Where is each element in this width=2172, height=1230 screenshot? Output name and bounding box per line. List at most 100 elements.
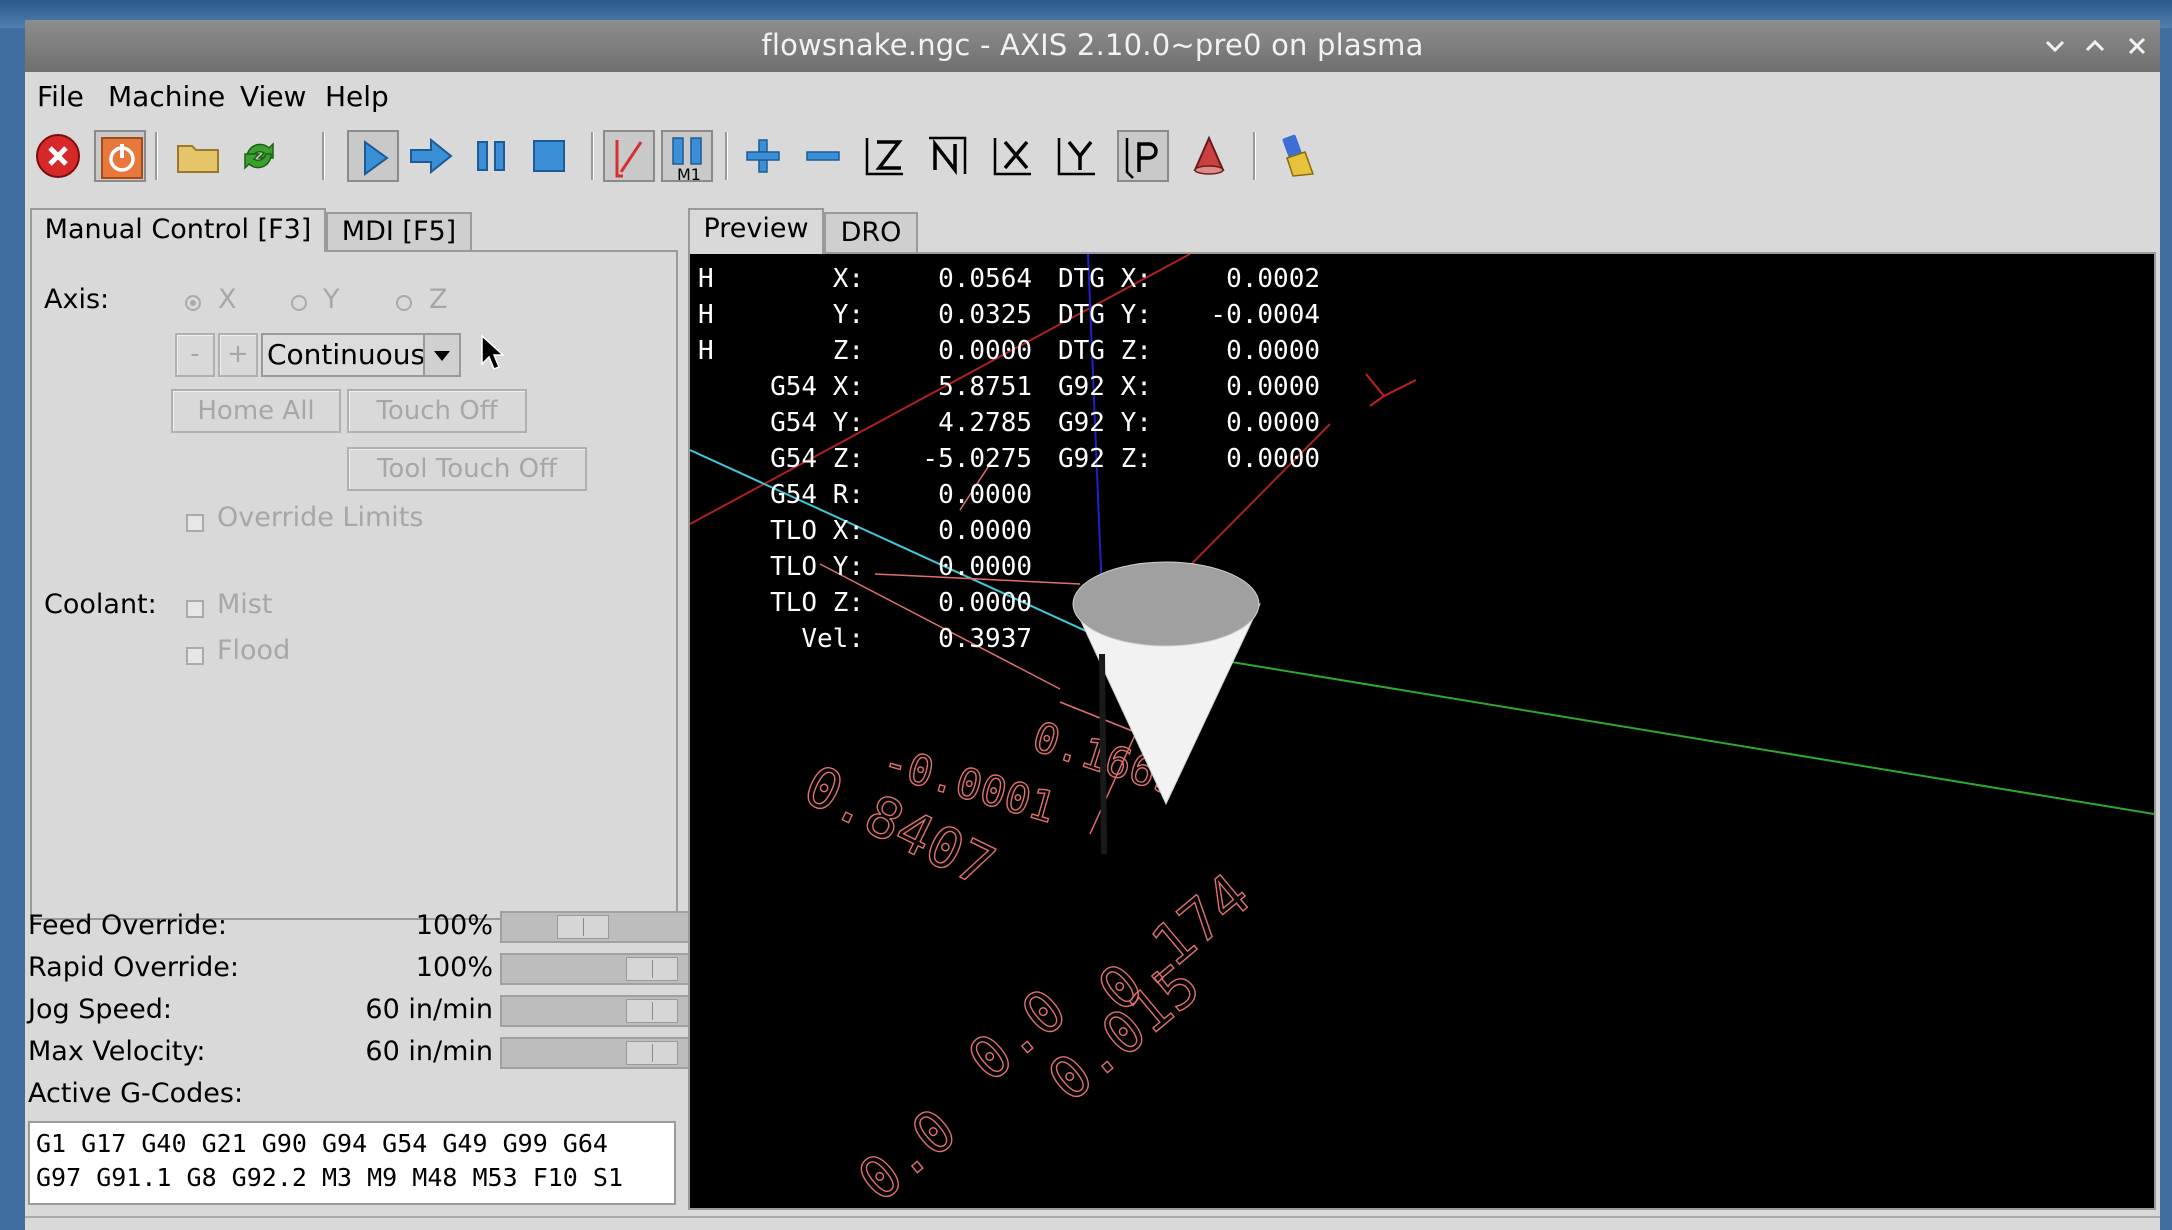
view-z-rotated-button[interactable] <box>921 130 973 182</box>
jog-speed-slider[interactable] <box>500 995 700 1027</box>
dro-dtg-label: DTG X: <box>1058 264 1152 294</box>
axis-x-radio[interactable] <box>185 295 201 311</box>
dro-value: 0.0325 <box>938 300 1032 330</box>
tab-mdi-label: MDI [F5] <box>341 216 457 247</box>
step-button[interactable] <box>405 130 457 182</box>
reload-button[interactable] <box>233 130 285 182</box>
zoom-out-button[interactable] <box>797 130 849 182</box>
axis-y-radio[interactable] <box>291 295 307 311</box>
menu-view[interactable]: View <box>240 80 306 113</box>
dro-dtg-label: G92 Z: <box>1058 444 1152 474</box>
block-delete-button[interactable] <box>603 130 655 182</box>
home-all-button[interactable]: Home All <box>171 389 341 433</box>
optional-stop-button[interactable]: M1 <box>661 130 713 184</box>
dro-dtg-value: 0.0000 <box>1226 444 1320 474</box>
feed-override-slider[interactable] <box>500 911 700 943</box>
mist-checkbox[interactable] <box>186 600 204 618</box>
estop-button[interactable] <box>32 130 84 182</box>
rapid-override-slider[interactable] <box>500 953 700 985</box>
active-gcodes-text[interactable]: G1 G17 G40 G21 G90 G94 G54 G49 G99 G64 G… <box>28 1121 676 1205</box>
slider-thumb[interactable] <box>626 999 678 1023</box>
toolbar-separator <box>725 132 728 180</box>
dro-value: 0.0000 <box>938 516 1032 546</box>
axis-z-label: Z <box>429 284 448 315</box>
menu-help[interactable]: Help <box>325 80 389 113</box>
dro-label: Z: <box>832 336 864 366</box>
menu-file-label: File <box>37 80 84 113</box>
toggle-tool-button[interactable] <box>1183 130 1235 182</box>
jog-minus-button[interactable]: - <box>175 333 215 377</box>
dro-label: G54 X: <box>770 372 864 402</box>
max-velocity-slider[interactable] <box>500 1037 700 1069</box>
jog-plus-button[interactable]: + <box>218 333 258 377</box>
toggle-tool-icon <box>1193 135 1225 175</box>
override-limits-checkbox[interactable] <box>186 514 204 532</box>
axis-label: Axis: <box>44 284 110 315</box>
override-limits-label: Override Limits <box>217 502 424 533</box>
mouse-cursor-icon <box>481 334 505 370</box>
run-icon <box>364 140 389 176</box>
jog-mode-select[interactable]: Continuous <box>261 333 461 377</box>
tab-manual-control-label: Manual Control [F3] <box>44 214 312 245</box>
tool-shadow <box>1099 653 1107 855</box>
touch-off-button[interactable]: Touch Off <box>347 389 527 433</box>
tab-preview[interactable]: Preview <box>688 208 824 254</box>
dro-label: Vel: <box>801 624 864 654</box>
open-file-button[interactable] <box>172 130 224 182</box>
toolbar-separator <box>322 132 325 180</box>
dro-value: 0.0000 <box>938 336 1032 366</box>
chevron-up-icon <box>2085 39 2105 52</box>
max-velocity-label: Max Velocity: <box>28 1036 206 1067</box>
pause-button[interactable] <box>465 130 517 182</box>
active-gcodes-line: G1 G17 G40 G21 G90 G94 G54 G49 G99 G64 <box>36 1129 608 1158</box>
tab-mdi[interactable]: MDI [F5] <box>326 212 472 252</box>
dro-label: G54 R: <box>770 480 864 510</box>
menu-bar: File Machine View Help <box>25 72 2160 122</box>
manual-control-panel: Axis: X Y Z - + Continuous Home All Touc… <box>30 250 678 920</box>
dro-label: TLO Y: <box>770 552 864 582</box>
zoom-out-icon <box>806 151 840 161</box>
axis-y-label: Y <box>323 284 340 315</box>
minimize-button[interactable] <box>2035 26 2075 66</box>
dro-dtg-label: DTG Y: <box>1058 300 1152 330</box>
tab-manual-control[interactable]: Manual Control [F3] <box>30 208 326 252</box>
clear-plot-icon <box>1282 134 1315 177</box>
view-y-button[interactable] <box>1051 130 1103 182</box>
chevron-down-icon <box>434 351 450 361</box>
chevron-down-icon <box>2045 40 2065 53</box>
slider-thumb[interactable] <box>557 915 609 939</box>
zoom-in-button[interactable] <box>737 130 789 182</box>
menu-file[interactable]: File <box>37 80 84 113</box>
run-button[interactable] <box>347 130 399 182</box>
window-title: flowsnake.ngc - AXIS 2.10.0~pre0 on plas… <box>761 28 1424 62</box>
slider-thumb[interactable] <box>626 957 678 981</box>
y-axis-line <box>1109 641 2154 815</box>
preview-canvas[interactable]: 0.1669 -0.0001 0.8407 0.174 0.015 0.0 0.… <box>688 252 2156 1210</box>
reload-icon <box>244 142 274 170</box>
close-button[interactable] <box>2117 26 2157 66</box>
dro-dtg-value: -0.0004 <box>1210 300 1320 330</box>
maximize-button[interactable] <box>2075 26 2115 66</box>
dropdown-arrow[interactable] <box>423 335 459 375</box>
view-z-button[interactable] <box>859 130 911 182</box>
tool-touch-off-button[interactable]: Tool Touch Off <box>347 447 587 491</box>
title-bar[interactable]: flowsnake.ngc - AXIS 2.10.0~pre0 on plas… <box>25 20 2160 72</box>
stop-icon <box>533 140 565 172</box>
clear-plot-button[interactable] <box>1271 130 1323 182</box>
view-perspective-button[interactable] <box>1117 130 1169 182</box>
stop-button[interactable] <box>523 130 575 182</box>
tab-dro-label: DRO <box>840 217 902 248</box>
feed-override-value: 100% <box>415 910 493 941</box>
dro-label: X: <box>832 264 864 294</box>
dro-value: 4.2785 <box>938 408 1032 438</box>
dro-dtg-label: G92 X: <box>1058 372 1152 402</box>
view-z-icon <box>865 138 903 176</box>
slider-thumb[interactable] <box>626 1041 678 1065</box>
axis-z-radio[interactable] <box>396 295 412 311</box>
rapid-override-value: 100% <box>415 952 493 983</box>
machine-power-button[interactable] <box>94 130 146 182</box>
flood-checkbox[interactable] <box>186 647 204 665</box>
menu-machine[interactable]: Machine <box>108 80 225 113</box>
tab-dro[interactable]: DRO <box>824 212 918 254</box>
view-x-button[interactable] <box>987 130 1039 182</box>
